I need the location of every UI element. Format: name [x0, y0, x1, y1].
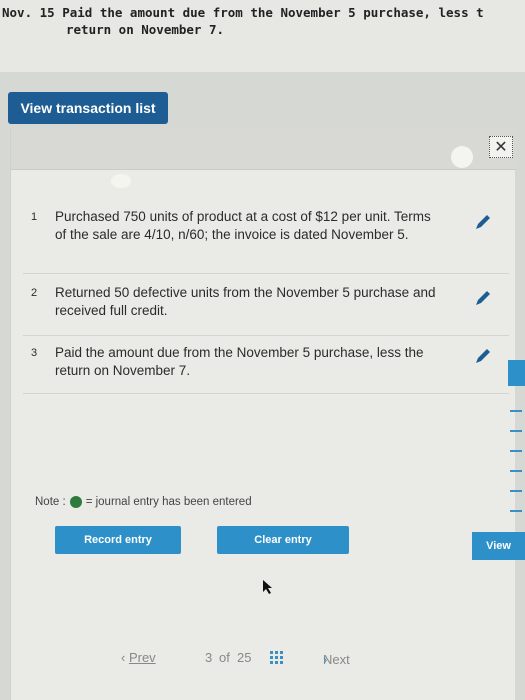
transaction-text: Paid the amount due from the November 5 … [55, 345, 424, 378]
transaction-number: 2 [31, 287, 38, 299]
note-label: Note : [35, 496, 66, 508]
pencil-icon[interactable] [473, 288, 493, 308]
panel-titlebar [11, 128, 516, 170]
transaction-item-3[interactable]: 3 Paid the amount due from the November … [23, 344, 509, 394]
page-total: 25 [237, 650, 252, 665]
close-icon[interactable]: ✕ [489, 136, 513, 158]
mouse-cursor-icon [263, 580, 272, 594]
green-dot-icon [69, 496, 82, 508]
transaction-text: Returned 50 defective units from the Nov… [55, 285, 436, 318]
pencil-icon[interactable] [473, 212, 493, 232]
note-text: = journal entry has been entered [85, 496, 252, 508]
transaction-item-2[interactable]: 2 Returned 50 defective units from the N… [23, 284, 509, 336]
page-of: of [219, 650, 230, 665]
grid-icon[interactable] [269, 650, 285, 666]
transaction-number: 1 [31, 211, 38, 223]
instruction-text: Nov. 15 Paid the amount due from the Nov… [2, 4, 525, 38]
journal-note: Note : = journal entry has been entered [35, 496, 252, 508]
pencil-icon[interactable] [473, 346, 493, 366]
transaction-item-1[interactable]: 1 Purchased 750 units of product at a co… [23, 208, 509, 274]
question-header: Nov. 15 Paid the amount due from the Nov… [0, 0, 525, 72]
transaction-number: 3 [31, 347, 38, 359]
record-entry-button[interactable]: Record entry [55, 526, 181, 554]
view-transaction-list-button[interactable]: View transaction list [8, 92, 168, 124]
page-current: 3 [205, 650, 213, 665]
screen-glare [111, 174, 131, 188]
instruction-line-2: return on November 7. [66, 22, 225, 37]
side-lines [504, 372, 525, 522]
screen-glare [451, 146, 473, 168]
prev-label: Prev [128, 650, 156, 665]
transaction-text: Purchased 750 units of product at a cost… [55, 209, 431, 242]
instruction-line-1: Nov. 15 Paid the amount due from the Nov… [2, 5, 484, 20]
journal-entry-panel: ✕ 1 Purchased 750 units of product at a … [10, 128, 516, 700]
chevron-right-icon: › [323, 652, 328, 667]
view-button[interactable]: View [472, 532, 525, 560]
prev-link[interactable]: ‹ Prev [121, 650, 156, 665]
clear-entry-button[interactable]: Clear entry [217, 526, 349, 554]
pagination: ‹ Prev 3 of 25 Next › [101, 648, 401, 670]
